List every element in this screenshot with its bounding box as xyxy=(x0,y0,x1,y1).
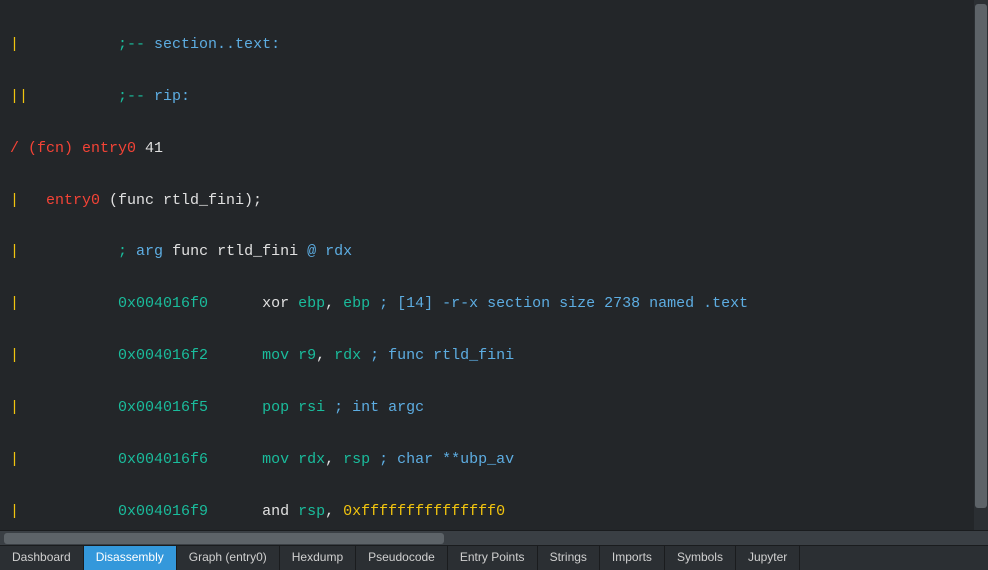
code-line: | 0x004016f5 pop rsi ; int argc xyxy=(10,395,978,421)
code-line: | 0x004016f2 mov r9, rdx ; func rtld_fin… xyxy=(10,343,978,369)
code-line: | 0x004016f0 xor ebp, ebp ; [14] -r-x se… xyxy=(10,291,978,317)
tab-symbols[interactable]: Symbols xyxy=(665,546,736,570)
code-line: | entry0 (func rtld_fini); xyxy=(10,188,978,214)
vertical-scrollbar-thumb[interactable] xyxy=(975,4,987,508)
tab-bar: Dashboard Disassembly Graph (entry0) Hex… xyxy=(0,545,988,570)
tab-hexdump[interactable]: Hexdump xyxy=(280,546,356,570)
horizontal-scrollbar[interactable] xyxy=(0,530,988,545)
vertical-scrollbar[interactable] xyxy=(974,0,988,540)
code-line: | 0x004016f9 and rsp, 0xfffffffffffffff0 xyxy=(10,499,978,525)
code-line: | 0x004016f6 mov rdx, rsp ; char **ubp_a… xyxy=(10,447,978,473)
tab-graph[interactable]: Graph (entry0) xyxy=(177,546,280,570)
code-line: | ; arg func rtld_fini @ rdx xyxy=(10,239,978,265)
tab-jupyter[interactable]: Jupyter xyxy=(736,546,800,570)
tab-entrypoints[interactable]: Entry Points xyxy=(448,546,538,570)
tab-imports[interactable]: Imports xyxy=(600,546,665,570)
horizontal-scrollbar-thumb[interactable] xyxy=(4,533,444,544)
tab-pseudocode[interactable]: Pseudocode xyxy=(356,546,448,570)
code-line: / (fcn) entry0 41 xyxy=(10,136,978,162)
code-line: || ;-- rip: xyxy=(10,84,978,110)
tab-dashboard[interactable]: Dashboard xyxy=(0,546,84,570)
tab-strings[interactable]: Strings xyxy=(538,546,600,570)
tab-disassembly[interactable]: Disassembly xyxy=(84,546,177,570)
code-line: | ;-- section..text: xyxy=(10,32,978,58)
disassembly-view[interactable]: | ;-- section..text: || ;-- rip: / (fcn)… xyxy=(0,0,988,530)
